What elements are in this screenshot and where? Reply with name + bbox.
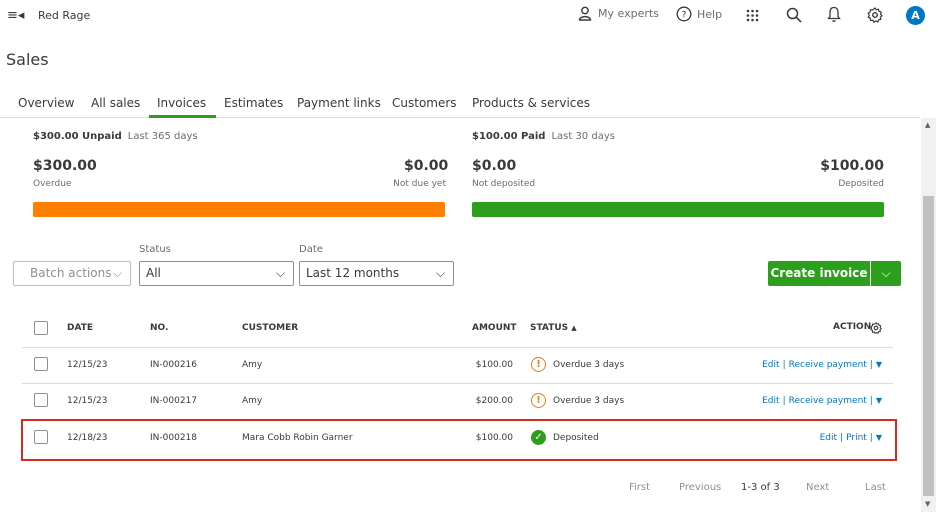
row-number: IN-000216 <box>150 360 197 370</box>
deposited-bar-fill <box>472 202 884 217</box>
pagination-last[interactable]: Last <box>865 482 886 493</box>
tab-bar: Overview All sales Invoices Estimates Pa… <box>0 96 920 118</box>
row-actions: Edit | Receive payment | ▼ <box>762 396 882 406</box>
batch-actions-dropdown[interactable]: Batch actions ⌵ <box>13 261 131 286</box>
paid-summary-header: $100.00 Paid Last 30 days <box>472 131 615 142</box>
row-checkbox[interactable] <box>34 393 48 407</box>
chevron-down-icon: ⌵ <box>275 266 285 280</box>
tab-estimates[interactable]: Estimates <box>224 96 283 118</box>
chevron-down-icon: ⌵ <box>435 266 445 280</box>
not-due-label: Not due yet <box>393 179 446 189</box>
help-button[interactable]: ? Help <box>676 6 722 22</box>
create-invoice-menu-button[interactable]: ⌵ <box>871 261 901 286</box>
pagination-next[interactable]: Next <box>806 482 829 493</box>
my-experts-button[interactable]: My experts <box>578 6 659 21</box>
row-date: 12/15/23 <box>67 360 108 370</box>
row-divider <box>22 347 893 348</box>
row-divider <box>22 383 893 384</box>
tab-products-services[interactable]: Products & services <box>472 96 590 118</box>
svg-text:?: ? <box>682 11 687 21</box>
deposited-label: Deposited <box>838 179 884 189</box>
my-experts-label: My experts <box>598 7 659 20</box>
row-customer: Amy <box>242 396 263 406</box>
top-bar: ≡◂ Red Rage My experts ? Help A <box>0 0 936 32</box>
scroll-down-icon[interactable]: ▼ <box>925 500 930 508</box>
chevron-down-icon: ⌵ <box>881 266 891 280</box>
apps-grid-icon[interactable] <box>746 9 759 22</box>
warning-icon: ! <box>531 357 546 372</box>
row-actions: Edit | Receive payment | ▼ <box>762 360 882 370</box>
header-status-label: STATUS <box>530 323 569 333</box>
status-filter-dropdown[interactable]: All ⌵ <box>139 261 294 286</box>
pagination-first[interactable]: First <box>629 482 650 493</box>
deposited-amount[interactable]: $100.00 <box>804 158 884 174</box>
scrollbar-thumb[interactable] <box>923 196 934 496</box>
unpaid-progress-bar[interactable] <box>33 202 445 217</box>
header-action: ACTION <box>833 322 872 332</box>
receive-payment-link[interactable]: Receive payment <box>789 360 867 370</box>
overdue-bar-fill <box>33 202 445 217</box>
paid-period: Last 30 days <box>551 131 615 142</box>
tab-customers[interactable]: Customers <box>392 96 457 118</box>
page-title: Sales <box>6 50 49 69</box>
tab-invoices[interactable]: Invoices <box>148 96 217 118</box>
gear-icon[interactable] <box>867 7 883 23</box>
scroll-up-icon[interactable]: ▲ <box>925 121 930 129</box>
row-amount: $200.00 <box>475 396 513 406</box>
row-number: IN-000217 <box>150 396 197 406</box>
row-customer: Amy <box>242 360 263 370</box>
header-date[interactable]: DATE <box>67 323 93 333</box>
row-status: Overdue 3 days <box>553 396 625 406</box>
status-filter-label: Status <box>139 244 171 255</box>
pagination-previous[interactable]: Previous <box>679 482 721 493</box>
chevron-down-icon: ⌵ <box>112 266 122 280</box>
tab-all-sales[interactable]: All sales <box>91 96 140 118</box>
unpaid-amount-label: $300.00 Unpaid <box>33 131 122 142</box>
not-deposited-label: Not deposited <box>472 179 536 189</box>
batch-actions-label: Batch actions <box>30 266 112 280</box>
overdue-amount[interactable]: $300.00 <box>33 158 97 174</box>
highlight-box <box>21 419 897 461</box>
header-status[interactable]: STATUS ▲ <box>530 323 577 333</box>
warning-icon: ! <box>531 393 546 408</box>
help-icon: ? <box>676 6 692 22</box>
select-all-checkbox[interactable] <box>34 321 48 335</box>
unpaid-period: Last 365 days <box>127 131 198 142</box>
person-icon <box>578 6 592 21</box>
tab-payment-links[interactable]: Payment links <box>297 96 381 118</box>
row-checkbox[interactable] <box>34 357 48 371</box>
status-filter-value: All <box>146 266 161 280</box>
date-filter-value: Last 12 months <box>306 266 400 280</box>
help-label: Help <box>697 7 723 21</box>
avatar[interactable]: A <box>906 6 925 25</box>
row-amount: $100.00 <box>475 360 513 370</box>
row-date: 12/15/23 <box>67 396 108 406</box>
company-name: Red Rage <box>38 9 91 22</box>
not-due-amount[interactable]: $0.00 <box>404 158 448 174</box>
header-no[interactable]: NO. <box>150 323 168 333</box>
search-icon[interactable] <box>786 7 802 23</box>
pagination-range: 1-3 of 3 <box>741 482 780 493</box>
date-filter-dropdown[interactable]: Last 12 months ⌵ <box>299 261 454 286</box>
table-settings-gear-icon[interactable] <box>870 322 882 334</box>
unpaid-summary-header: $300.00 Unpaid Last 365 days <box>33 131 198 142</box>
header-amount[interactable]: AMOUNT <box>472 323 517 333</box>
not-deposited-amount[interactable]: $0.00 <box>472 158 516 174</box>
create-invoice-button[interactable]: Create invoice <box>768 261 870 286</box>
paid-amount-label: $100.00 Paid <box>472 131 546 142</box>
row-actions-dropdown-icon[interactable]: ▼ <box>876 396 882 405</box>
edit-link[interactable]: Edit <box>762 360 779 370</box>
tab-overview[interactable]: Overview <box>18 96 75 118</box>
edit-link[interactable]: Edit <box>762 396 779 406</box>
date-filter-label: Date <box>299 244 323 255</box>
row-actions-dropdown-icon[interactable]: ▼ <box>876 360 882 369</box>
sort-ascending-icon: ▲ <box>571 324 577 332</box>
hamburger-collapse-icon[interactable]: ≡◂ <box>7 8 24 23</box>
bell-icon[interactable] <box>827 6 841 23</box>
receive-payment-link[interactable]: Receive payment <box>789 396 867 406</box>
header-customer[interactable]: CUSTOMER <box>242 323 298 333</box>
overdue-label: Overdue <box>33 179 72 189</box>
row-status: Overdue 3 days <box>553 360 625 370</box>
paid-progress-bar[interactable] <box>472 202 884 217</box>
